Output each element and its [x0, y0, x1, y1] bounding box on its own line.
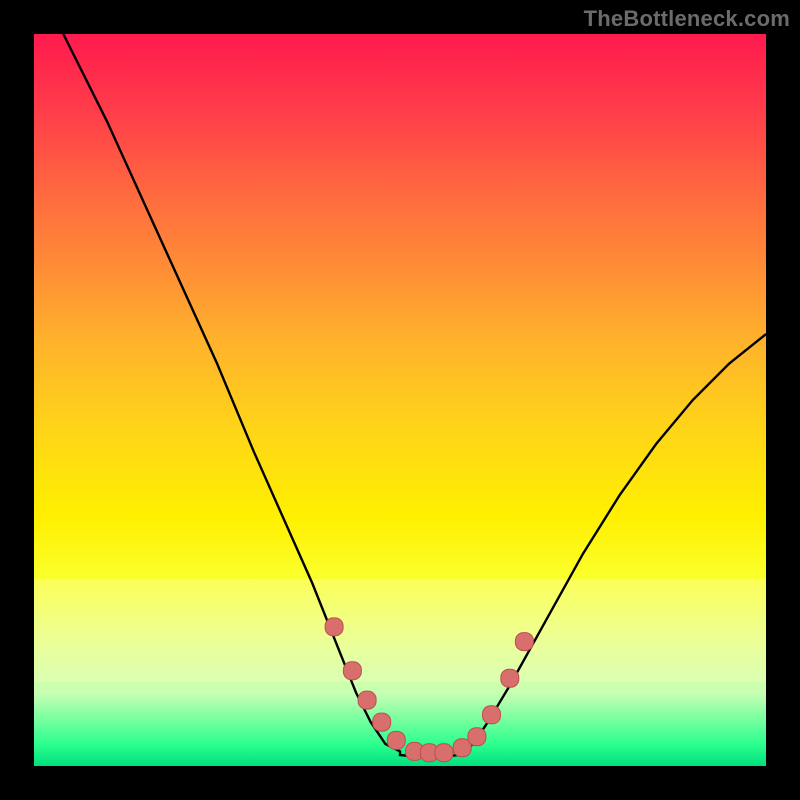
data-marker — [468, 728, 486, 746]
data-marker — [373, 713, 391, 731]
watermark-text: TheBottleneck.com — [584, 6, 790, 32]
data-marker — [387, 731, 405, 749]
data-marker — [501, 669, 519, 687]
chart-stage: TheBottleneck.com — [0, 0, 800, 800]
data-marker — [435, 744, 453, 762]
data-marker — [483, 706, 501, 724]
data-marker — [358, 691, 376, 709]
data-marker — [343, 662, 361, 680]
plot-area — [34, 34, 766, 766]
data-marker — [325, 618, 343, 636]
data-marker — [515, 633, 533, 651]
curve-line — [63, 34, 766, 757]
bottleneck-curve — [34, 34, 766, 766]
curve-markers — [325, 618, 533, 762]
